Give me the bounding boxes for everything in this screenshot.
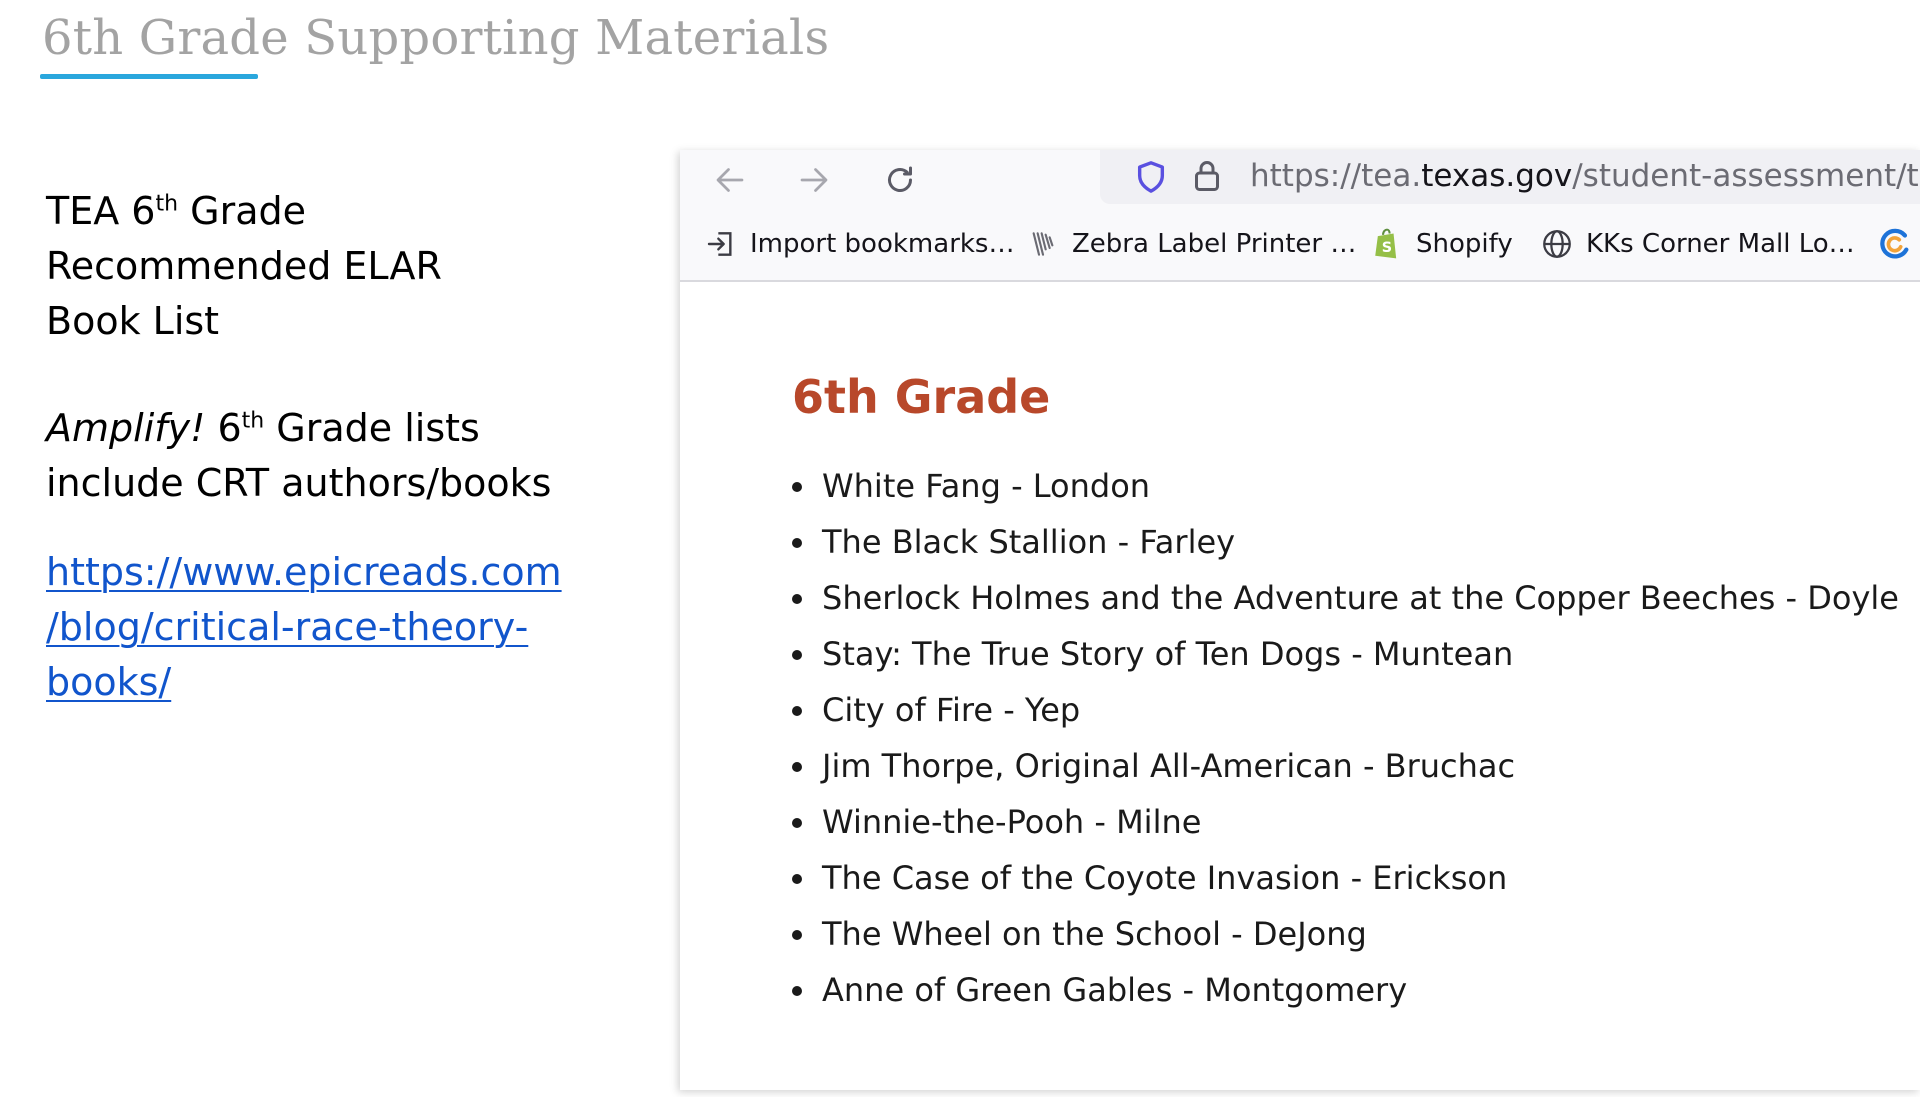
url-bar[interactable]: https://tea.texas.gov/student-assessment… (1100, 150, 1920, 204)
link-line2[interactable]: /blog/critical-race-theory- (46, 605, 528, 649)
bookmark-label: Shopify (1416, 229, 1513, 259)
book-list-item: Anne of Green Gables - Montgomery (780, 962, 1899, 1018)
globe-icon (1540, 227, 1574, 261)
superscript-th: th (155, 191, 179, 217)
amplify-line1: Amplify! 6th Grade lists (46, 401, 646, 456)
book-list-item: The Wheel on the School - DeJong (780, 906, 1899, 962)
book-list-item: Sherlock Holmes and the Adventure at the… (780, 570, 1899, 626)
book-list-item: Jim Thorpe, Original All-American - Bruc… (780, 738, 1899, 794)
shopify-icon: S (1370, 227, 1404, 261)
url-path: /student-assessment/tes (1572, 158, 1920, 194)
back-arrow-icon[interactable] (708, 158, 752, 202)
browser-screenshot: https://tea.texas.gov/student-assessment… (680, 150, 1920, 1090)
title-underline (40, 74, 258, 79)
tea-booklist-line2: Recommended ELAR (46, 244, 442, 288)
amplify-italic: Amplify! (46, 406, 206, 450)
bullet-icon (792, 538, 802, 548)
bullet-icon (792, 482, 802, 492)
left-text-block: TEA 6th Grade Recommended ELAR Book List… (46, 184, 646, 710)
bookmark-import[interactable]: Import bookmarks… (704, 226, 1014, 262)
amplify-suffix: Grade lists (264, 406, 480, 450)
grade-label: Grade (178, 189, 306, 233)
book-title: Winnie-the-Pooh - Milne (822, 803, 1202, 841)
bullet-icon (792, 818, 802, 828)
bullet-icon (792, 986, 802, 996)
book-list-item: Winnie-the-Pooh - Milne (780, 794, 1899, 850)
grade-heading: 6th Grade (792, 370, 1051, 424)
book-title: The Black Stallion - Farley (822, 523, 1236, 561)
superscript-th: th (241, 408, 265, 434)
book-list-item: The Case of the Coyote Invasion - Ericks… (780, 850, 1899, 906)
url-prefix: https://tea. (1250, 158, 1422, 194)
book-title: The Wheel on the School - DeJong (822, 915, 1367, 953)
bookmark-zebra[interactable]: Zebra Label Printer … (1026, 226, 1356, 262)
bullet-icon (792, 650, 802, 660)
tracking-shield-icon[interactable] (1134, 158, 1168, 200)
book-list-item: City of Fire - Yep (780, 682, 1899, 738)
reload-icon[interactable] (878, 158, 922, 202)
link-line3[interactable]: books/ (46, 660, 171, 704)
book-list-item: White Fang - London (780, 458, 1899, 514)
circular-logo-icon (1878, 227, 1912, 261)
slide-title: 6th Grade Supporting Materials (42, 10, 830, 66)
tea-label: TEA 6 (46, 189, 156, 233)
epicreads-link[interactable]: https://www.epicreads.com /blog/critical… (46, 545, 646, 710)
amplify-line2: include CRT authors/books (46, 461, 552, 505)
book-title: Jim Thorpe, Original All-American - Bruc… (822, 747, 1516, 785)
forward-arrow-icon[interactable] (792, 158, 836, 202)
link-line1[interactable]: https://www.epicreads.com (46, 550, 562, 594)
bullet-icon (792, 706, 802, 716)
bullet-icon (792, 594, 802, 604)
bookmarks-toolbar: Import bookmarks… Zebra Label Printer … … (680, 208, 1920, 282)
book-list: White Fang - London The Black Stallion - … (780, 458, 1899, 1018)
amplify-number: 6 (205, 406, 242, 450)
svg-text:S: S (1382, 240, 1392, 256)
tea-booklist-line3: Book List (46, 299, 220, 343)
book-title: City of Fire - Yep (822, 691, 1081, 729)
book-title: Stay: The True Story of Ten Dogs - Munte… (822, 635, 1514, 673)
bookmark-partial[interactable] (1878, 226, 1920, 262)
book-title: Sherlock Holmes and the Adventure at the… (822, 579, 1899, 617)
book-title: The Case of the Coyote Invasion - Ericks… (822, 859, 1508, 897)
bookmark-shopify[interactable]: S Shopify (1370, 226, 1513, 262)
bookmark-label: KKs Corner Mall Lo… (1586, 229, 1855, 259)
tea-booklist-line1: TEA 6th Grade (46, 184, 646, 239)
import-icon (704, 227, 738, 261)
book-list-item: Stay: The True Story of Ten Dogs - Munte… (780, 626, 1899, 682)
url-host: texas.gov (1421, 158, 1573, 194)
bookmark-kks-corner-mall[interactable]: KKs Corner Mall Lo… (1540, 226, 1855, 262)
book-title: White Fang - London (822, 467, 1151, 505)
book-title: Anne of Green Gables - Montgomery (822, 971, 1408, 1009)
bullet-icon (792, 762, 802, 772)
bookmark-label: Zebra Label Printer … (1072, 229, 1357, 259)
browser-nav-bar: https://tea.texas.gov/student-assessment… (680, 150, 1920, 208)
url-text[interactable]: https://tea.texas.gov/student-assessment… (1250, 158, 1920, 194)
book-list-item: The Black Stallion - Farley (780, 514, 1899, 570)
bullet-icon (792, 930, 802, 940)
lock-icon[interactable] (1192, 158, 1222, 198)
zebra-icon (1026, 227, 1060, 261)
bullet-icon (792, 874, 802, 884)
bookmark-label: Import bookmarks… (750, 229, 1015, 259)
